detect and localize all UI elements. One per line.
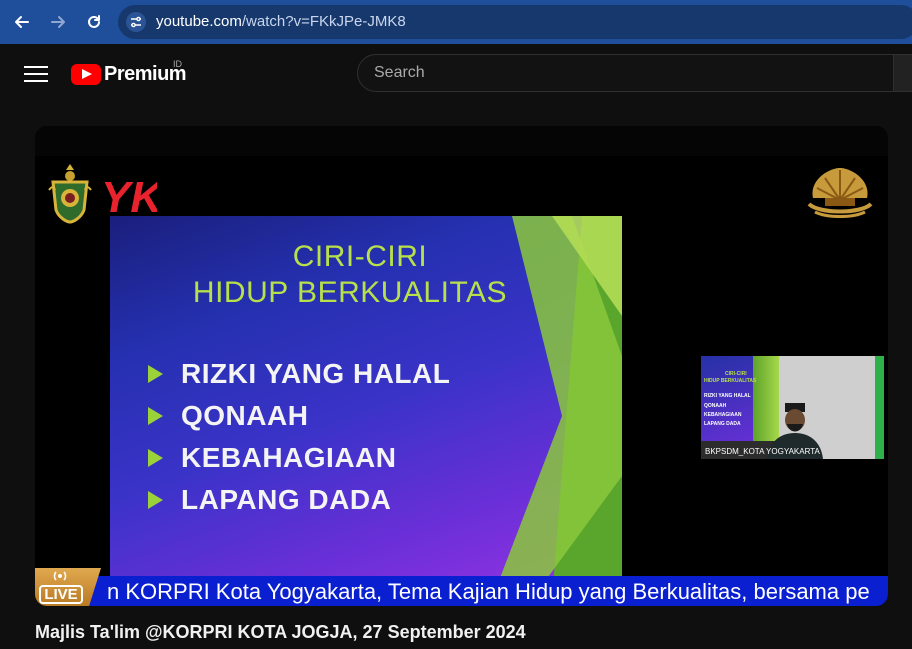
presentation-slide: CIRI-CIRI HIDUP BERKUALITAS RIZKI YANG H… [110,216,622,599]
guide-menu-button[interactable] [24,63,48,83]
youtube-play-icon [71,63,101,85]
yk-logo-text: YK [101,173,157,222]
back-button[interactable] [10,10,34,34]
broadcast-icon [53,571,67,581]
player-top-band [35,126,888,156]
slide-bullet: KEBAHAGIAAN [148,442,397,474]
pip-slide-line: CIRI-CIRI [725,371,747,377]
reload-button[interactable] [82,10,106,34]
search-input[interactable] [372,63,876,83]
korpri-emblem-icon [807,168,873,218]
url-path: /watch?v=FKkJPe-JMK8 [241,13,406,30]
hamburger-icon-line [24,80,48,82]
slide-title-line2: HIDUP BERKUALITAS [192,276,508,309]
pip-slide-line: QONAAH [704,403,727,409]
hamburger-icon-line [24,73,48,75]
youtube-masthead: Premium ID [0,46,912,102]
arrow-right-icon [51,16,65,28]
video-player[interactable]: YK CIRI-CIRI HIDUP BERKUALITAS RIZKI YAN… [35,126,888,606]
bullet-arrow-icon [148,365,163,383]
tune-icon [131,16,141,28]
stream-content: YK CIRI-CIRI HIDUP BERKUALITAS RIZKI YAN… [35,156,888,599]
pip-slide-line: LAPANG DADA [704,421,741,427]
slide-title-line1: CIRI-CIRI [292,240,428,273]
video-title: Majlis Ta'lim @KORPRI KOTA JOGJA, 27 Sep… [35,622,526,642]
hamburger-icon-line [24,66,48,68]
pip-green-bar [875,356,884,459]
bullet-arrow-icon [148,449,163,467]
yogyakarta-emblem-icon [48,164,92,224]
arrow-left-icon [15,16,29,28]
address-bar[interactable]: youtube.com/watch?v=FKkJPe-JMK8 [118,5,912,39]
live-label: LIVE [39,585,83,604]
slide-bullet-text: RIZKI YANG HALAL [181,358,451,389]
search-box[interactable] [357,54,897,92]
country-code: ID [173,59,182,69]
slide-bullet: LAPANG DADA [148,484,391,516]
pip-slide-line: RIZKI YANG HALAL [704,393,751,399]
yk-logo: YK [101,173,157,222]
url-text[interactable]: youtube.com/watch?v=FKkJPe-JMK8 [156,13,406,30]
site-info-button[interactable] [126,12,146,32]
speaker-camera-inset: CIRI-CIRI HIDUP BERKUALITAS RIZKI YANG H… [701,356,884,459]
slide-bullet: RIZKI YANG HALAL [148,358,450,390]
url-domain: youtube.com [156,13,242,30]
bullet-arrow-icon [148,491,163,509]
slide-bullet-text: QONAAH [181,400,309,431]
ticker-text: n KORPRI Kota Yogyakarta, Tema Kajian Hi… [107,579,870,604]
bullet-arrow-icon [148,407,163,425]
youtube-premium-logo[interactable]: Premium [71,61,187,87]
pip-slide-line: KEBAHAGIAAN [704,412,742,418]
news-ticker: n KORPRI Kota Yogyakarta, Tema Kajian Hi… [35,576,888,606]
reload-icon [88,15,100,28]
pip-caption: BKPSDM_KOTA YOGYAKARTA [705,447,820,456]
search-button[interactable] [893,54,912,92]
slide-bullet-text: LAPANG DADA [181,484,392,515]
browser-toolbar: youtube.com/watch?v=FKkJPe-JMK8 [0,0,912,44]
slide-bullet: QONAAH [148,400,308,432]
slide-bullet-text: KEBAHAGIAAN [181,442,397,473]
pip-slide-line: HIDUP BERKUALITAS [704,378,757,384]
forward-button[interactable] [46,10,70,34]
